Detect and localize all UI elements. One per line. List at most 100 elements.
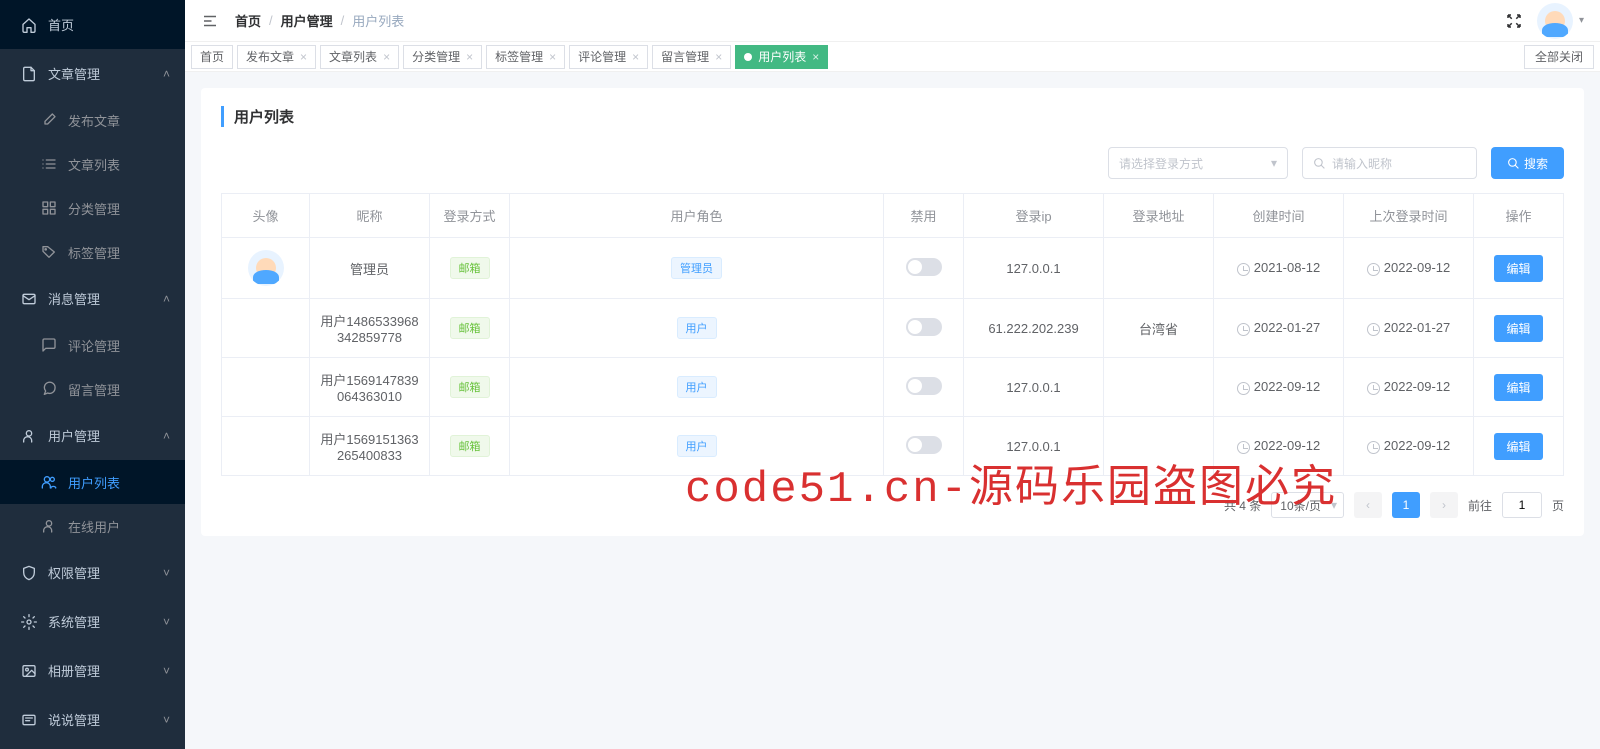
chevron-icon: ˅ <box>163 566 170 580</box>
sidebar-item-label: 权限管理 <box>48 563 100 582</box>
sidebar-item-15[interactable]: 说说管理˅ <box>0 695 185 744</box>
sidebar-item-5[interactable]: 标签管理 <box>0 230 185 274</box>
page-size-select[interactable]: 10条/页 <box>1271 492 1344 518</box>
sidebar-item-label: 用户列表 <box>68 473 120 492</box>
close-icon[interactable]: × <box>715 50 722 64</box>
edit-button[interactable]: 编辑 <box>1494 255 1542 282</box>
sidebar-item-1[interactable]: 文章管理˄ <box>0 49 185 98</box>
chevron-icon: ˅ <box>163 713 170 727</box>
th-ops: 操作 <box>1474 194 1564 238</box>
tab-label: 发布文章 <box>246 48 294 65</box>
shield-icon <box>20 564 38 582</box>
tab-0[interactable]: 首页 <box>191 45 233 69</box>
disable-switch[interactable] <box>906 436 942 454</box>
cell-ip: 127.0.0.1 <box>964 238 1104 299</box>
th-createTime: 创建时间 <box>1214 194 1344 238</box>
caret-down-icon: ▾ <box>1579 15 1584 26</box>
nickname-input[interactable]: 请输入昵称 <box>1302 147 1477 179</box>
user-icon <box>20 427 38 445</box>
disable-switch[interactable] <box>906 318 942 336</box>
sidebar-item-4[interactable]: 分类管理 <box>0 186 185 230</box>
tab-6[interactable]: 留言管理 × <box>652 45 731 69</box>
tab-4[interactable]: 标签管理 × <box>486 45 565 69</box>
edit-button[interactable]: 编辑 <box>1494 433 1542 460</box>
th-disabled: 禁用 <box>884 194 964 238</box>
close-icon[interactable]: × <box>300 50 307 64</box>
edit-button[interactable]: 编辑 <box>1494 315 1542 342</box>
disable-switch[interactable] <box>906 377 942 395</box>
sidebar-item-13[interactable]: 系统管理˅ <box>0 597 185 646</box>
grid-icon <box>40 199 58 217</box>
sidebar-item-9[interactable]: 用户管理˄ <box>0 411 185 460</box>
tab-7[interactable]: 用户列表× <box>735 45 828 69</box>
page-1-button[interactable]: 1 <box>1392 492 1420 518</box>
tab-label: 首页 <box>200 48 224 65</box>
tab-label: 留言管理 <box>661 48 709 65</box>
login-type-select[interactable]: 请选择登录方式 ▾ <box>1108 147 1288 179</box>
close-icon[interactable]: × <box>632 50 639 64</box>
sidebar-item-10[interactable]: 用户列表 <box>0 460 185 504</box>
th-loginType: 登录方式 <box>430 194 510 238</box>
breadcrumb-mid[interactable]: 用户管理 <box>281 11 333 30</box>
sidebar-item-0[interactable]: 首页 <box>0 0 185 49</box>
sidebar-item-8[interactable]: 留言管理 <box>0 367 185 411</box>
search-button[interactable]: 搜索 <box>1491 147 1564 179</box>
sidebar-item-14[interactable]: 相册管理˅ <box>0 646 185 695</box>
close-icon[interactable]: × <box>466 50 473 64</box>
tab-label: 标签管理 <box>495 48 543 65</box>
close-all-tabs-button[interactable]: 全部关闭 <box>1524 45 1594 69</box>
th-nickname: 昵称 <box>310 194 430 238</box>
home-icon <box>20 16 38 34</box>
cell-nickname: 用户1569147839064363010 <box>310 358 430 417</box>
tab-1[interactable]: 发布文章 × <box>237 45 316 69</box>
cell-disabled <box>884 417 964 476</box>
clock-icon <box>1237 441 1250 454</box>
breadcrumb-home[interactable]: 首页 <box>235 11 261 30</box>
prev-page-button[interactable]: ‹ <box>1354 492 1382 518</box>
cell-ip: 127.0.0.1 <box>964 358 1104 417</box>
cell-avatar <box>222 358 310 417</box>
sidebar-item-label: 文章管理 <box>48 64 100 83</box>
clock-icon <box>1237 382 1250 395</box>
edit-icon <box>40 111 58 129</box>
close-icon[interactable]: × <box>549 50 556 64</box>
sidebar-item-7[interactable]: 评论管理 <box>0 323 185 367</box>
cell-last: 2022-09-12 <box>1344 358 1474 417</box>
goto-page-input[interactable] <box>1502 492 1542 518</box>
cell-ip: 127.0.0.1 <box>964 417 1104 476</box>
th-loginAddr: 登录地址 <box>1104 194 1214 238</box>
breadcrumb: 首页 / 用户管理 / 用户列表 <box>235 11 1505 30</box>
sidebar-item-11[interactable]: 在线用户 <box>0 504 185 548</box>
edit-button[interactable]: 编辑 <box>1494 374 1542 401</box>
sidebar-item-6[interactable]: 消息管理˄ <box>0 274 185 323</box>
next-page-button[interactable]: › <box>1430 492 1458 518</box>
th-avatar: 头像 <box>222 194 310 238</box>
sidebar-item-12[interactable]: 权限管理 ˅ <box>0 548 185 597</box>
search-icon <box>1313 157 1326 170</box>
page-suffix: 页 <box>1552 497 1564 514</box>
menu-toggle-icon[interactable] <box>201 12 219 30</box>
cell-nickname: 用户1569151363265400833 <box>310 417 430 476</box>
user-avatar-menu[interactable]: ▾ <box>1537 3 1584 39</box>
comment-icon <box>40 336 58 354</box>
close-icon[interactable]: × <box>383 50 390 64</box>
chat-icon <box>40 380 58 398</box>
tab-5[interactable]: 评论管理× <box>569 45 648 69</box>
sidebar-item-label: 留言管理 <box>68 380 120 399</box>
close-icon[interactable]: × <box>812 50 819 64</box>
tab-3[interactable]: 分类管理× <box>403 45 482 69</box>
cell-create: 2022-01-27 <box>1214 299 1344 358</box>
pagination-total: 共 4 条 <box>1224 497 1261 514</box>
chevron-icon: ˅ <box>163 664 170 678</box>
tab-2[interactable]: 文章列表× <box>320 45 399 69</box>
main: 首页 / 用户管理 / 用户列表 ▾ 首页发布文章×文章列表×分类管理×标签管理… <box>185 0 1600 749</box>
fullscreen-icon[interactable] <box>1505 12 1523 30</box>
table-row: 管理员邮箱管理员127.0.0.12021-08-122022-09-12编辑 <box>222 238 1564 299</box>
sidebar-item-label: 首页 <box>48 15 74 34</box>
table-row: 用户1486533968342859778邮箱用户61.222.202.239台… <box>222 299 1564 358</box>
disable-switch[interactable] <box>906 258 942 276</box>
sidebar-item-3[interactable]: 文章列表 <box>0 142 185 186</box>
sidebar-item-2[interactable]: 发布文章 <box>0 98 185 142</box>
sidebar-item-label: 消息管理 <box>48 289 100 308</box>
clock-icon <box>1237 323 1250 336</box>
